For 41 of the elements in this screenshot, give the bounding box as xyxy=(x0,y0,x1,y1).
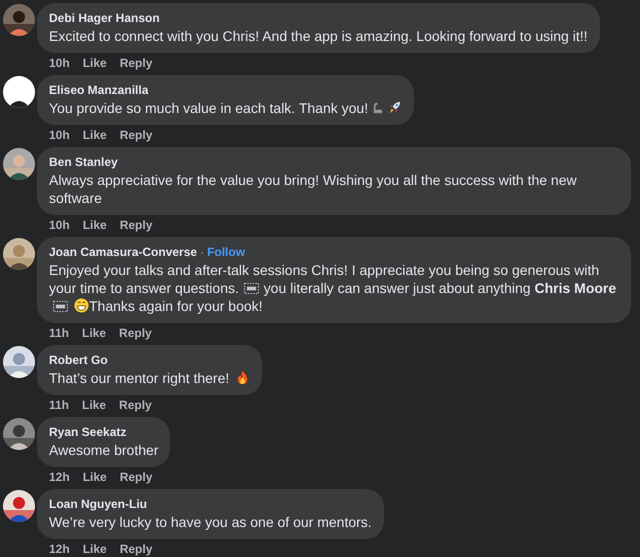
like-link[interactable]: Like xyxy=(82,542,107,556)
comment-text: Awesome brother xyxy=(49,441,158,459)
timestamp: 10h xyxy=(49,218,70,232)
object-placeholder-icon xyxy=(244,283,259,294)
reply-link[interactable]: Reply xyxy=(120,470,152,484)
like-link[interactable]: Like xyxy=(82,398,106,412)
comment-text: Always appreciative for the value you bring! Wishing you all the success with the new software xyxy=(49,171,578,207)
author-name[interactable]: Ben Stanley xyxy=(49,155,118,169)
reply-link[interactable]: Reply xyxy=(120,56,152,70)
like-link[interactable]: Like xyxy=(82,326,106,340)
timestamp: 10h xyxy=(49,128,70,142)
comment-text: That’s our mentor right there! xyxy=(49,369,250,387)
reply-link[interactable]: Reply xyxy=(120,128,152,142)
like-link[interactable]: Like xyxy=(82,128,107,142)
author-name[interactable]: Ryan Seekatz xyxy=(49,425,126,439)
timestamp: 10h xyxy=(49,56,70,70)
reply-link[interactable]: Reply xyxy=(120,218,152,232)
grin-emoji-icon xyxy=(74,298,89,313)
follow-link[interactable]: Follow xyxy=(207,245,246,259)
like-link[interactable]: Like xyxy=(82,218,107,232)
author-name[interactable]: Eliseo Manzanilla xyxy=(49,83,148,97)
timestamp: 11h xyxy=(49,326,70,340)
author-name[interactable]: Loan Nguyen-Liu xyxy=(49,497,147,511)
timestamp: 12h xyxy=(49,542,70,556)
author-name[interactable]: Robert Go xyxy=(49,353,108,367)
reply-link[interactable]: Reply xyxy=(120,542,152,556)
comment-text: You provide so much value in each talk. Thank you! xyxy=(49,99,402,117)
reply-link[interactable]: Reply xyxy=(119,398,152,412)
like-link[interactable]: Like xyxy=(82,470,107,484)
timestamp: 12h xyxy=(49,470,70,484)
separator: · xyxy=(200,245,204,259)
author-name[interactable]: Debi Hager Hanson xyxy=(49,11,160,25)
comment-text: Enjoyed your talks and after-talk sessions Chris! I appreciate you being so generous with your time to answer questions. you literally can answer just about anything Chris Moore Thanks again for your book! xyxy=(49,261,618,315)
author-name[interactable]: Joan Camasura-Converse xyxy=(49,245,198,259)
comment-text: We’re very lucky to have you as one of our mentors. xyxy=(49,513,372,531)
reply-link[interactable]: Reply xyxy=(119,326,152,340)
timestamp: 11h xyxy=(49,398,70,412)
comment-text: Excited to connect with you Chris! And the app is amazing. Looking forward to using it!! xyxy=(49,27,588,45)
object-placeholder-icon xyxy=(53,301,68,312)
rocket-icon xyxy=(387,100,402,115)
like-link[interactable]: Like xyxy=(82,56,107,70)
